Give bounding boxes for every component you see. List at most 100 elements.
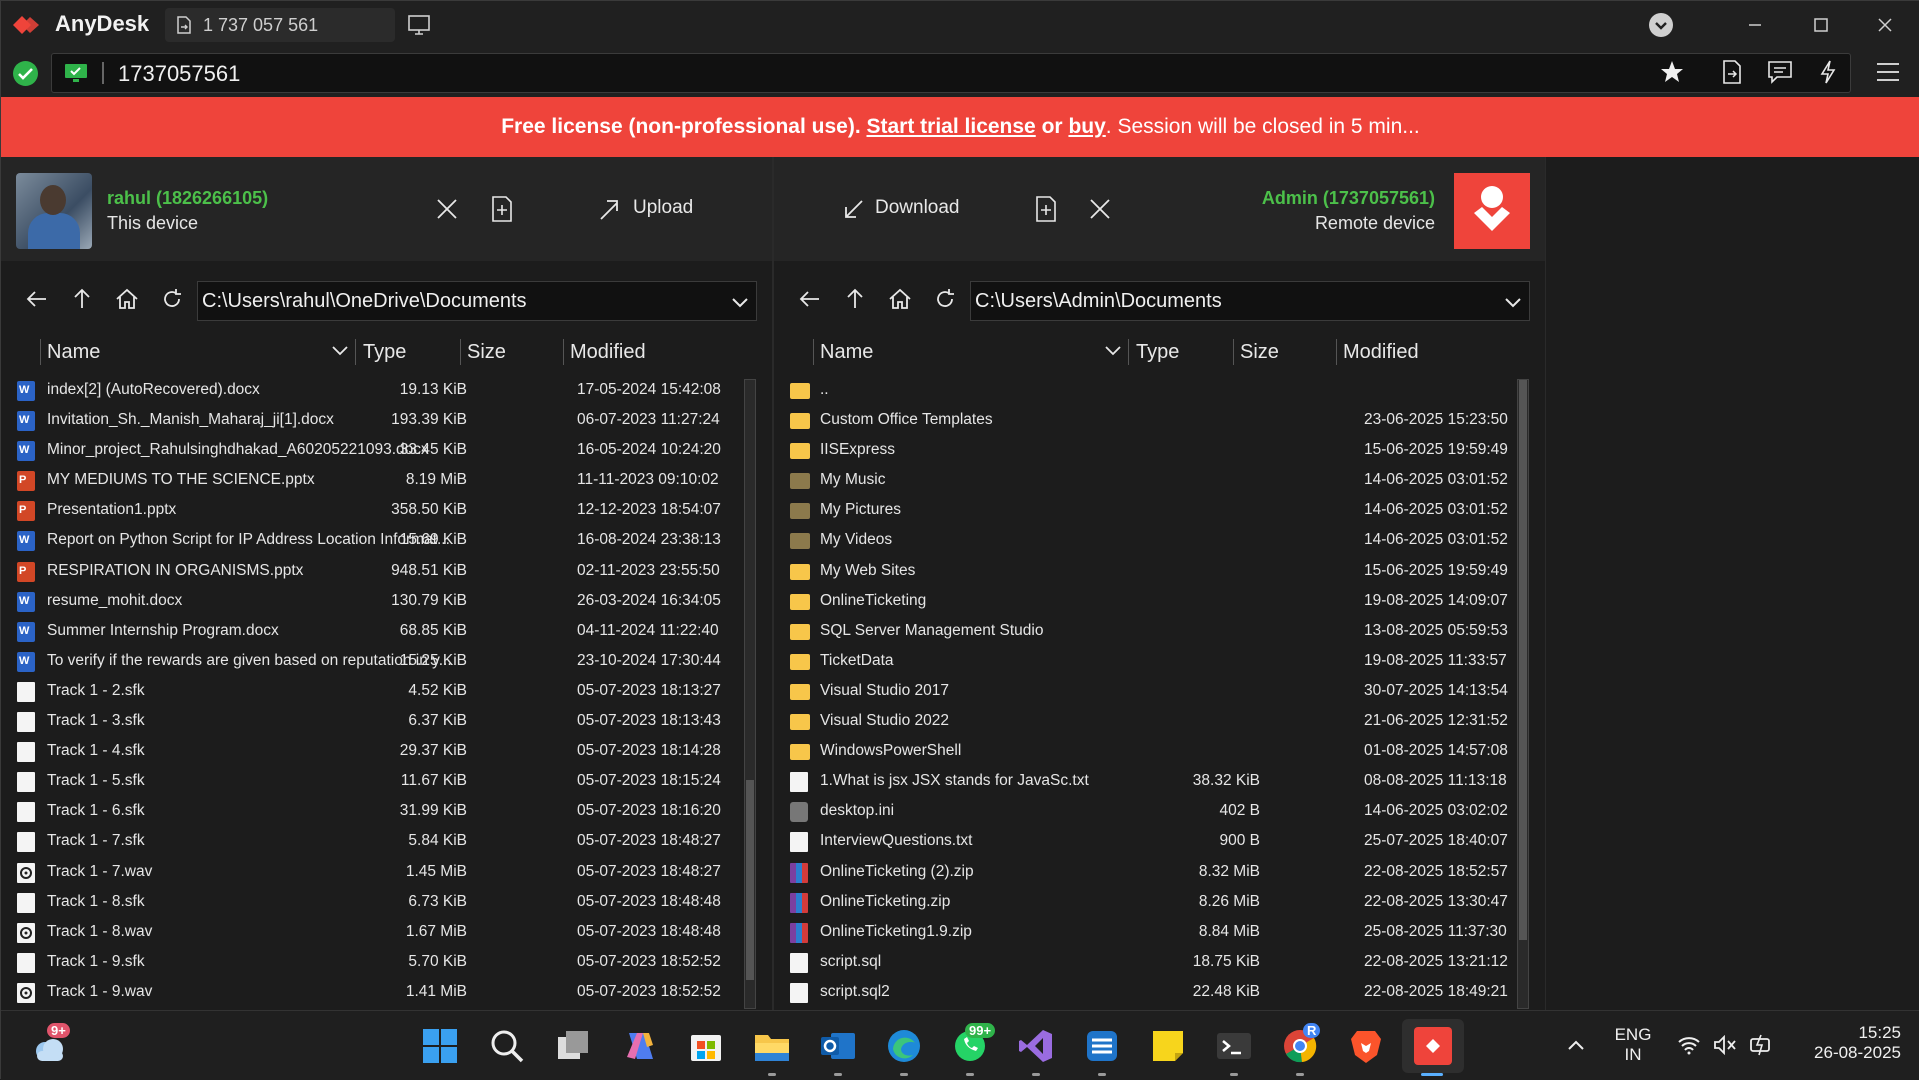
actions-lightning-icon[interactable] — [1815, 59, 1841, 85]
file-row[interactable]: Track 1 - 8.sfk 6.73 KiB 05-07-2023 18:48:… — [1, 887, 753, 917]
file-row[interactable]: Visual Studio 2017 30-07-2025 14:13:54 — [774, 676, 1526, 706]
edge-icon[interactable] — [885, 1027, 923, 1065]
file-row[interactable]: W Invitation_Sh._Manish_Maharaj_ji[1].doc… — [1, 405, 753, 435]
remote-scrollbar[interactable] — [1517, 379, 1529, 1009]
file-row[interactable]: Windex[2] (AutoRecovered).docx 19.13 KiB 1… — [1, 375, 753, 405]
file-row[interactable]: Track 1 - 2.sfk 4.52 KiB 05-07-2023 18:13:… — [1, 676, 753, 706]
copilot-icon[interactable] — [621, 1027, 659, 1065]
file-row[interactable]: script.sql2 22.48 KiB 22-08-2025 18:49:21 — [774, 977, 1526, 1007]
clock[interactable]: 15:25 26-08-2025 — [1791, 1023, 1901, 1063]
file-row[interactable]: 1.What is jsx JSX stands for JavaSc.txt 3… — [774, 766, 1526, 796]
windows-start-icon[interactable] — [421, 1027, 459, 1065]
download-button[interactable]: Download — [875, 197, 960, 219]
remote-col-type[interactable]: Type — [1136, 341, 1179, 364]
buy-link[interactable]: buy — [1068, 115, 1105, 138]
file-row[interactable]: TicketData 19-08-2025 11:33:57 — [774, 646, 1526, 676]
new-session-icon[interactable] — [407, 13, 433, 37]
file-transfer-toolbar-icon[interactable] — [1719, 59, 1745, 85]
file-explorer-icon[interactable] — [753, 1027, 791, 1065]
file-row[interactable]: My Web Sites 15-06-2025 19:59:49 — [774, 556, 1526, 586]
file-row[interactable]: script.sql 18.75 KiB 22-08-2025 13:21:12 — [774, 947, 1526, 977]
remote-new-folder-icon[interactable] — [1032, 195, 1060, 223]
file-row[interactable]: InterviewQuestions.txt 900 B 25-07-2025 18… — [774, 826, 1526, 856]
col-name[interactable]: Name — [47, 341, 100, 364]
sort-chevron-icon[interactable] — [331, 343, 349, 359]
home-icon[interactable] — [115, 287, 139, 311]
remote-close-icon[interactable] — [1086, 195, 1114, 223]
search-icon[interactable] — [488, 1027, 526, 1065]
remote-col-name[interactable]: Name — [820, 341, 873, 364]
file-row[interactable]: Track 1 - 3.sfk 6.37 KiB 05-07-2023 18:13:… — [1, 706, 753, 736]
file-row[interactable]: Track 1 - 7.wav 1.45 MiB 05-07-2023 18:48:… — [1, 857, 753, 887]
brave-icon[interactable] — [1347, 1027, 1385, 1065]
remote-chevron-down-icon[interactable] — [1503, 292, 1523, 312]
file-row[interactable]: W Summer Internship Program.docx 68.85 KiB… — [1, 616, 753, 646]
file-row[interactable]: Track 1 - 4.sfk 29.37 KiB 05-07-2023 18:14… — [1, 736, 753, 766]
file-row[interactable]: WindowsPowerShell 01-08-2025 14:57:08 — [774, 736, 1526, 766]
tray-chevron-up-icon[interactable] — [1566, 1037, 1586, 1053]
download-icon[interactable] — [840, 195, 868, 223]
file-row[interactable]: OnlineTicketing 19-08-2025 14:09:07 — [774, 586, 1526, 616]
close-window-icon[interactable] — [1871, 11, 1899, 39]
col-modified[interactable]: Modified — [570, 341, 646, 364]
remote-home-icon[interactable] — [888, 287, 912, 311]
remote-up-arrow-icon[interactable] — [843, 287, 867, 311]
minimize-icon[interactable] — [1741, 11, 1769, 39]
file-row[interactable]: My Videos 14-06-2025 03:01:52 — [774, 525, 1526, 555]
file-row[interactable]: Track 1 - 8.wav 1.67 MiB 05-07-2023 18:48:… — [1, 917, 753, 947]
remote-col-size[interactable]: Size — [1240, 341, 1279, 364]
language-indicator[interactable]: ENG IN — [1605, 1025, 1661, 1065]
back-arrow-icon[interactable] — [25, 287, 49, 311]
wifi-icon[interactable] — [1677, 1035, 1701, 1055]
hamburger-menu-icon[interactable] — [1875, 59, 1901, 85]
microsoft-store-icon[interactable] — [687, 1027, 725, 1065]
local-new-folder-icon[interactable] — [488, 195, 516, 223]
col-size[interactable]: Size — [467, 341, 506, 364]
address-input[interactable]: 1737057561 — [51, 53, 1851, 93]
file-row[interactable]: .. — [774, 375, 1526, 405]
azure-data-studio-icon[interactable] — [1083, 1027, 1121, 1065]
outlook-icon[interactable] — [819, 1027, 857, 1065]
upload-icon[interactable] — [595, 195, 623, 223]
start-trial-link[interactable]: Start trial license — [867, 115, 1036, 138]
file-row[interactable]: OnlineTicketing (2).zip 8.32 MiB 22-08-202… — [774, 857, 1526, 887]
file-row[interactable]: Track 1 - 9.sfk 5.70 KiB 05-07-2023 18:52:… — [1, 947, 753, 977]
chevron-down-icon[interactable] — [730, 292, 750, 312]
file-row[interactable]: SQL Server Management Studio 13-08-2025 0… — [774, 616, 1526, 646]
remote-refresh-icon[interactable] — [933, 287, 957, 311]
refresh-icon[interactable] — [160, 287, 184, 311]
battery-charging-icon[interactable] — [1749, 1033, 1775, 1057]
file-row[interactable]: P MY MEDIUMS TO THE SCIENCE.pptx 8.19 MiB 1… — [1, 465, 753, 495]
file-row[interactable]: desktop.ini 402 B 14-06-2025 03:02:02 — [774, 796, 1526, 826]
local-scrollbar[interactable] — [744, 379, 756, 1009]
upload-button[interactable]: Upload — [633, 197, 693, 219]
file-row[interactable]: Track 1 - 5.sfk 11.67 KiB 05-07-2023 18:15… — [1, 766, 753, 796]
file-row[interactable]: My Pictures 14-06-2025 03:01:52 — [774, 495, 1526, 525]
file-row[interactable]: OnlineTicketing1.9.zip 8.84 MiB 25-08-2025… — [774, 917, 1526, 947]
remote-sort-chevron-icon[interactable] — [1104, 343, 1122, 359]
session-tab[interactable]: 1 737 057 561 — [165, 8, 395, 42]
task-view-icon[interactable] — [554, 1027, 592, 1065]
sticky-notes-icon[interactable] — [1149, 1027, 1187, 1065]
remote-back-arrow-icon[interactable] — [798, 287, 822, 311]
local-path-input[interactable]: C:\Users\rahul\OneDrive\Documents — [197, 281, 757, 321]
chat-icon[interactable] — [1767, 59, 1793, 85]
file-row[interactable]: P Presentation1.pptx 358.50 KiB 12-12-2023 … — [1, 495, 753, 525]
file-row[interactable]: OnlineTicketing.zip 8.26 MiB 22-08-2025 13… — [774, 887, 1526, 917]
volume-muted-icon[interactable] — [1713, 1035, 1737, 1055]
anydesk-taskbar-item[interactable] — [1402, 1019, 1464, 1073]
file-row[interactable]: Track 1 - 7.sfk 5.84 KiB 05-07-2023 18:48:… — [1, 826, 753, 856]
file-row[interactable]: W Report on Python Script for IP Address … — [1, 525, 753, 555]
file-row[interactable]: Visual Studio 2022 21-06-2025 12:31:52 — [774, 706, 1526, 736]
up-arrow-icon[interactable] — [70, 287, 94, 311]
anydesk-menu-icon[interactable] — [1647, 11, 1675, 39]
file-row[interactable]: Custom Office Templates 23-06-2025 15:23:… — [774, 405, 1526, 435]
col-type[interactable]: Type — [363, 341, 406, 364]
file-row[interactable]: Track 1 - 6.sfk 31.99 KiB 05-07-2023 18:16… — [1, 796, 753, 826]
file-row[interactable]: Track 1 - 9.wav 1.41 MiB 05-07-2023 18:52:… — [1, 977, 753, 1007]
visual-studio-icon[interactable] — [1017, 1027, 1055, 1065]
local-close-icon[interactable] — [433, 195, 461, 223]
remote-path-input[interactable]: C:\Users\Admin\Documents — [970, 281, 1530, 321]
file-row[interactable]: W Minor_project_Rahulsinghdhakad_A6020522… — [1, 435, 753, 465]
file-row[interactable]: My Music 14-06-2025 03:01:52 — [774, 465, 1526, 495]
